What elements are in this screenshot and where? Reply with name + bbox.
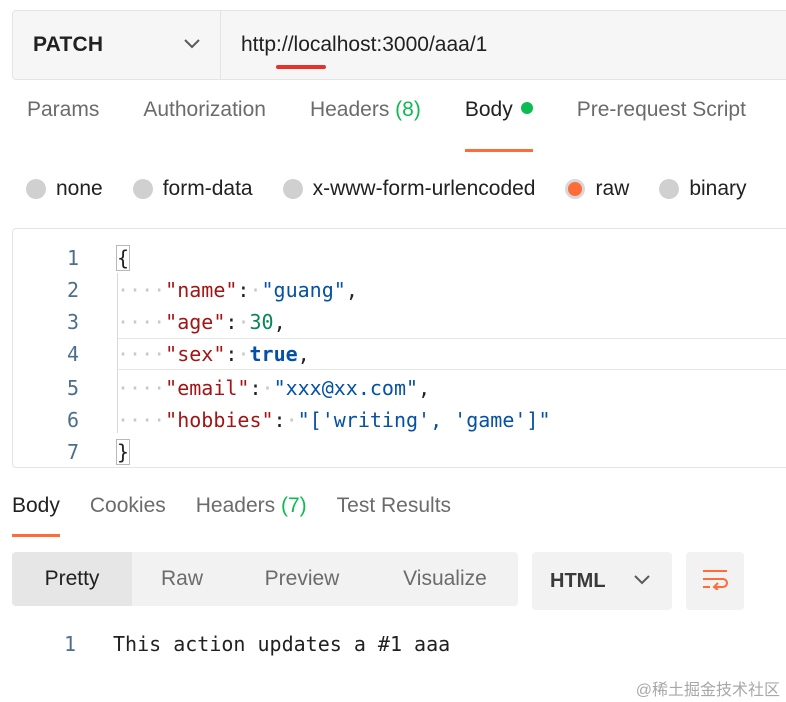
headers-count: (7)	[280, 494, 307, 517]
code-line: 2 ····"name":·"guang",	[13, 274, 786, 306]
annotation-underline	[276, 65, 326, 69]
headers-count: (8)	[395, 98, 421, 121]
line-number: 6	[66, 408, 79, 432]
radio-none[interactable]: none	[26, 177, 103, 201]
view-pretty[interactable]: Pretty	[12, 552, 132, 606]
json-key: "email"	[165, 376, 250, 400]
view-preview[interactable]: Preview	[232, 552, 372, 606]
tab-label: Pre-request Script	[576, 98, 746, 121]
json-value: "guang"	[261, 278, 346, 302]
radio-label: raw	[595, 177, 630, 200]
tab-cookies[interactable]: Cookies	[90, 494, 166, 538]
line-number: 2	[66, 278, 79, 302]
radio-circle-icon	[26, 179, 46, 199]
radio-selected-icon	[565, 179, 586, 199]
watermark: @稀土掘金技术社区	[635, 682, 780, 699]
tab-response-body[interactable]: Body	[12, 494, 60, 538]
body-type-radios: none form-data x-www-form-urlencoded raw…	[26, 172, 777, 206]
radio-label: x-www-form-urlencoded	[312, 177, 536, 200]
radio-raw[interactable]: raw	[565, 177, 629, 201]
tab-params[interactable]: Params	[27, 98, 99, 154]
json-key: "sex"	[165, 342, 226, 366]
method-label: PATCH	[33, 33, 104, 56]
json-key: "age"	[165, 310, 226, 334]
request-bar: PATCH http://localhost:3000/aaa/1	[12, 10, 786, 80]
radio-binary[interactable]: binary	[659, 177, 747, 201]
json-value: "['writing', 'game']"	[297, 408, 551, 432]
radio-urlencoded[interactable]: x-www-form-urlencoded	[282, 177, 536, 201]
line-number: 1	[63, 632, 76, 656]
radio-circle-icon	[282, 179, 303, 199]
code-line-active: 4 ····"sex":·true,	[13, 338, 786, 370]
code-line: 3 ····"age":·30,	[13, 306, 786, 338]
tab-label: Authorization	[143, 98, 266, 121]
tab-label: Headers	[309, 98, 390, 121]
tab-label: Body	[12, 494, 60, 517]
request-tabs: Params Authorization Headers (8) Body Pr…	[27, 98, 786, 154]
wrap-lines-icon	[701, 568, 729, 595]
radio-label: binary	[689, 177, 747, 200]
json-key: "name"	[165, 278, 238, 302]
method-select[interactable]: PATCH	[13, 11, 221, 79]
tab-body[interactable]: Body	[464, 98, 533, 154]
chevron-down-icon	[634, 572, 650, 590]
status-dot-icon	[520, 102, 533, 114]
tab-test-results[interactable]: Test Results	[337, 494, 451, 538]
body-editor[interactable]: 1 { 2 ····"name":·"guang", 3 ····"age":·…	[12, 228, 786, 468]
line-number: 7	[66, 440, 79, 464]
seg-label: Visualize	[403, 567, 487, 590]
code-line: 6 ····"hobbies":·"['writing', 'game']"	[13, 404, 786, 436]
format-label: HTML	[550, 569, 606, 592]
radio-label: none	[56, 177, 103, 200]
close-brace: }	[115, 439, 131, 465]
tab-pre-request-script[interactable]: Pre-request Script	[577, 98, 746, 154]
format-select[interactable]: HTML	[532, 552, 672, 610]
tab-label: Params	[27, 98, 100, 121]
tab-headers[interactable]: Headers (8)	[310, 98, 421, 154]
tab-authorization[interactable]: Authorization	[143, 98, 266, 154]
json-value: 30	[249, 310, 274, 334]
json-value: "xxx@xx.com"	[273, 376, 419, 400]
seg-label: Raw	[160, 567, 203, 590]
chevron-down-icon	[184, 36, 200, 54]
view-raw[interactable]: Raw	[132, 552, 232, 606]
code-line: 5 ····"email":·"xxx@xx.com",	[13, 372, 786, 404]
json-value: true	[249, 342, 298, 366]
line-number: 3	[66, 310, 79, 334]
radio-circle-icon	[132, 179, 153, 199]
seg-label: Preview	[264, 567, 340, 590]
tab-label: Headers	[195, 494, 276, 517]
response-body: 1 This action updates a #1 aaa	[12, 628, 450, 660]
view-visualize[interactable]: Visualize	[372, 552, 518, 606]
json-key: "hobbies"	[165, 408, 274, 432]
tab-label: Cookies	[89, 494, 166, 517]
tab-response-headers[interactable]: Headers (7)	[196, 494, 307, 538]
view-mode-toggle: Pretty Raw Preview Visualize	[12, 552, 518, 606]
tab-label: Test Results	[336, 494, 452, 517]
response-tabs: Body Cookies Headers (7) Test Results	[12, 494, 481, 538]
code-line: 1 {	[13, 242, 786, 274]
open-brace: {	[115, 245, 131, 271]
radio-form-data[interactable]: form-data	[132, 177, 253, 201]
url-text: http://localhost:3000/aaa/1	[241, 33, 488, 56]
response-text: This action updates a #1 aaa	[113, 632, 451, 656]
wrap-lines-button[interactable]	[686, 552, 744, 610]
code-line: 7 }	[13, 436, 786, 467]
radio-label: form-data	[162, 177, 253, 200]
tab-label: Body	[464, 98, 513, 121]
line-number: 5	[66, 376, 79, 400]
seg-label: Pretty	[44, 567, 100, 590]
line-number: 4	[66, 342, 79, 366]
line-number: 1	[66, 246, 79, 270]
radio-circle-icon	[659, 179, 680, 199]
